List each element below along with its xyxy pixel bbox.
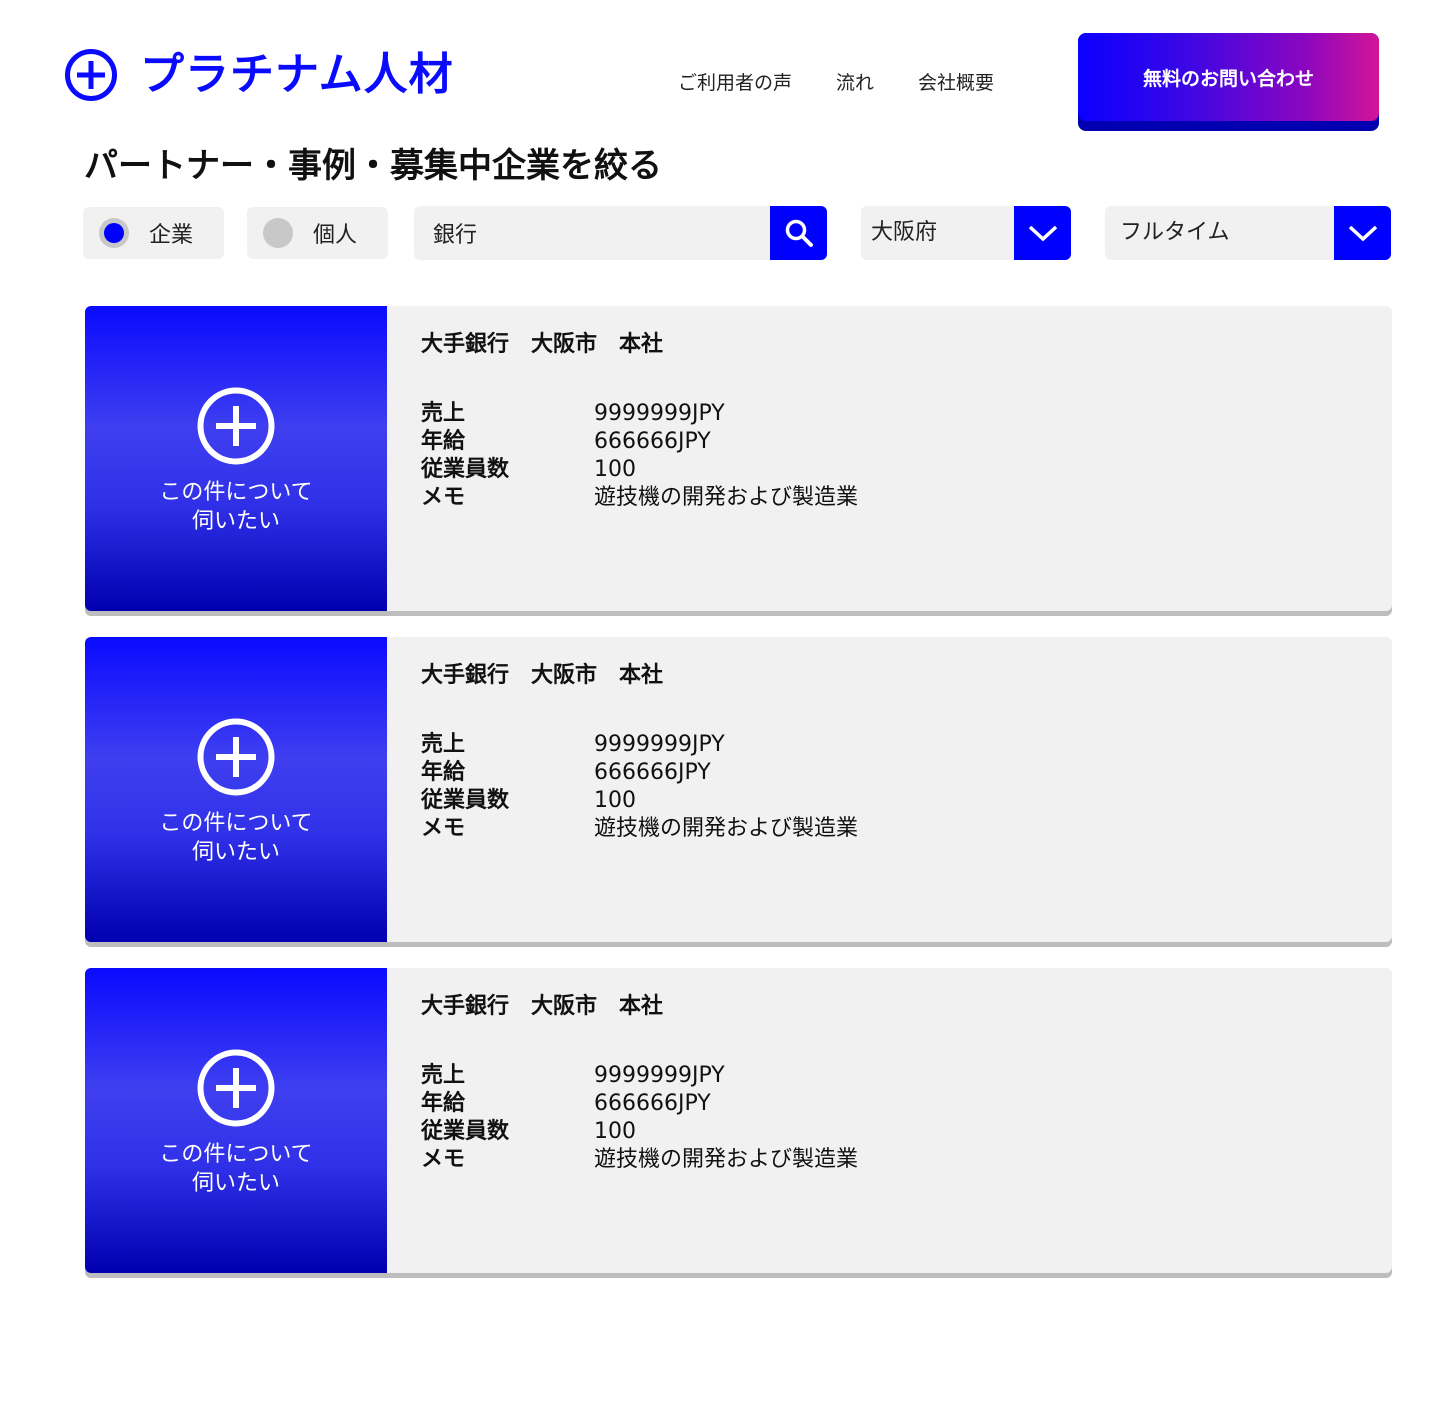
- inquire-button[interactable]: この件について 伺いたい: [85, 637, 387, 942]
- card-title: 大手銀行 大阪市 本社: [421, 994, 664, 1019]
- free-contact-button[interactable]: 無料のお問い合わせ: [1078, 33, 1379, 121]
- contact-button-shadow: 無料のお問い合わせ: [1078, 33, 1379, 131]
- nav-item-company[interactable]: 会社概要: [918, 68, 994, 95]
- result-card: この件について 伺いたい 大手銀行 大阪市 本社 売上 9999999JPY 年給…: [85, 306, 1392, 611]
- employment-value: フルタイム: [1120, 220, 1230, 245]
- plus-circle-icon: [197, 387, 275, 465]
- brand-name: プラチナム人材: [140, 49, 454, 100]
- employment-type-select[interactable]: フルタイム: [1105, 206, 1391, 260]
- radio-individual[interactable]: 個人: [247, 207, 388, 259]
- card-title: 大手銀行 大阪市 本社: [421, 332, 664, 357]
- search-input[interactable]: [414, 206, 770, 260]
- radio-label: 企業: [149, 223, 194, 248]
- plus-circle-icon: [65, 49, 117, 101]
- inquire-label: この件について 伺いたい: [159, 480, 313, 534]
- inquire-button[interactable]: この件について 伺いたい: [85, 306, 387, 611]
- prefecture-select[interactable]: 大阪府: [861, 206, 1071, 260]
- search-button[interactable]: [770, 206, 827, 260]
- card-details: 売上 9999999JPY 年給 666666JPY 従業員数 100 メモ 遊技機の開…: [421, 731, 858, 843]
- main-nav: ご利用者の声 流れ 会社概要: [678, 68, 994, 95]
- detail-row-salary: 年給 666666JPY: [421, 1091, 711, 1116]
- inquire-button[interactable]: この件について 伺いたい: [85, 968, 387, 1273]
- chevron-down-icon: [1014, 206, 1071, 260]
- detail-row-salary: 年給 666666JPY: [421, 429, 711, 454]
- plus-circle-icon: [197, 718, 275, 796]
- result-card: この件について 伺いたい 大手銀行 大阪市 本社 売上 9999999JPY 年給…: [85, 637, 1392, 942]
- prefecture-value: 大阪府: [871, 220, 938, 245]
- page-title: パートナー・事例・募集中企業を絞る: [84, 146, 662, 186]
- radio-dot-selected: [99, 218, 129, 248]
- detail-row-memo: メモ 遊技機の開発および製造業: [421, 816, 859, 841]
- radio-company[interactable]: 企業: [83, 207, 224, 259]
- inquire-label: この件について 伺いたい: [159, 811, 313, 865]
- card-title: 大手銀行 大阪市 本社: [421, 663, 664, 688]
- detail-row-sales: 売上 9999999JPY: [421, 1063, 725, 1088]
- card-details: 売上 9999999JPY 年給 666666JPY 従業員数 100 メモ 遊技機の開…: [421, 400, 858, 512]
- plus-circle-icon: [197, 1049, 275, 1127]
- detail-row-employees: 従業員数 100: [421, 788, 636, 813]
- radio-label: 個人: [313, 223, 358, 248]
- detail-row-memo: メモ 遊技機の開発および製造業: [421, 485, 859, 510]
- card-details: 売上 9999999JPY 年給 666666JPY 従業員数 100 メモ 遊技機の開…: [421, 1062, 858, 1174]
- detail-row-sales: 売上 9999999JPY: [421, 732, 725, 757]
- detail-row-salary: 年給 666666JPY: [421, 760, 711, 785]
- radio-dot: [263, 218, 293, 248]
- nav-item-voices[interactable]: ご利用者の声: [678, 68, 792, 95]
- detail-row-memo: メモ 遊技機の開発および製造業: [421, 1147, 859, 1172]
- detail-row-employees: 従業員数 100: [421, 1119, 636, 1144]
- detail-row-employees: 従業員数 100: [421, 457, 636, 482]
- result-card: この件について 伺いたい 大手銀行 大阪市 本社 売上 9999999JPY 年給…: [85, 968, 1392, 1273]
- chevron-down-icon: [1334, 206, 1391, 260]
- site-logo[interactable]: プラチナム人材: [64, 48, 454, 102]
- inquire-label: この件について 伺いたい: [159, 1142, 313, 1196]
- keyword-search: [414, 206, 827, 260]
- detail-row-sales: 売上 9999999JPY: [421, 401, 725, 426]
- search-icon: [785, 219, 813, 247]
- nav-item-flow[interactable]: 流れ: [836, 68, 874, 95]
